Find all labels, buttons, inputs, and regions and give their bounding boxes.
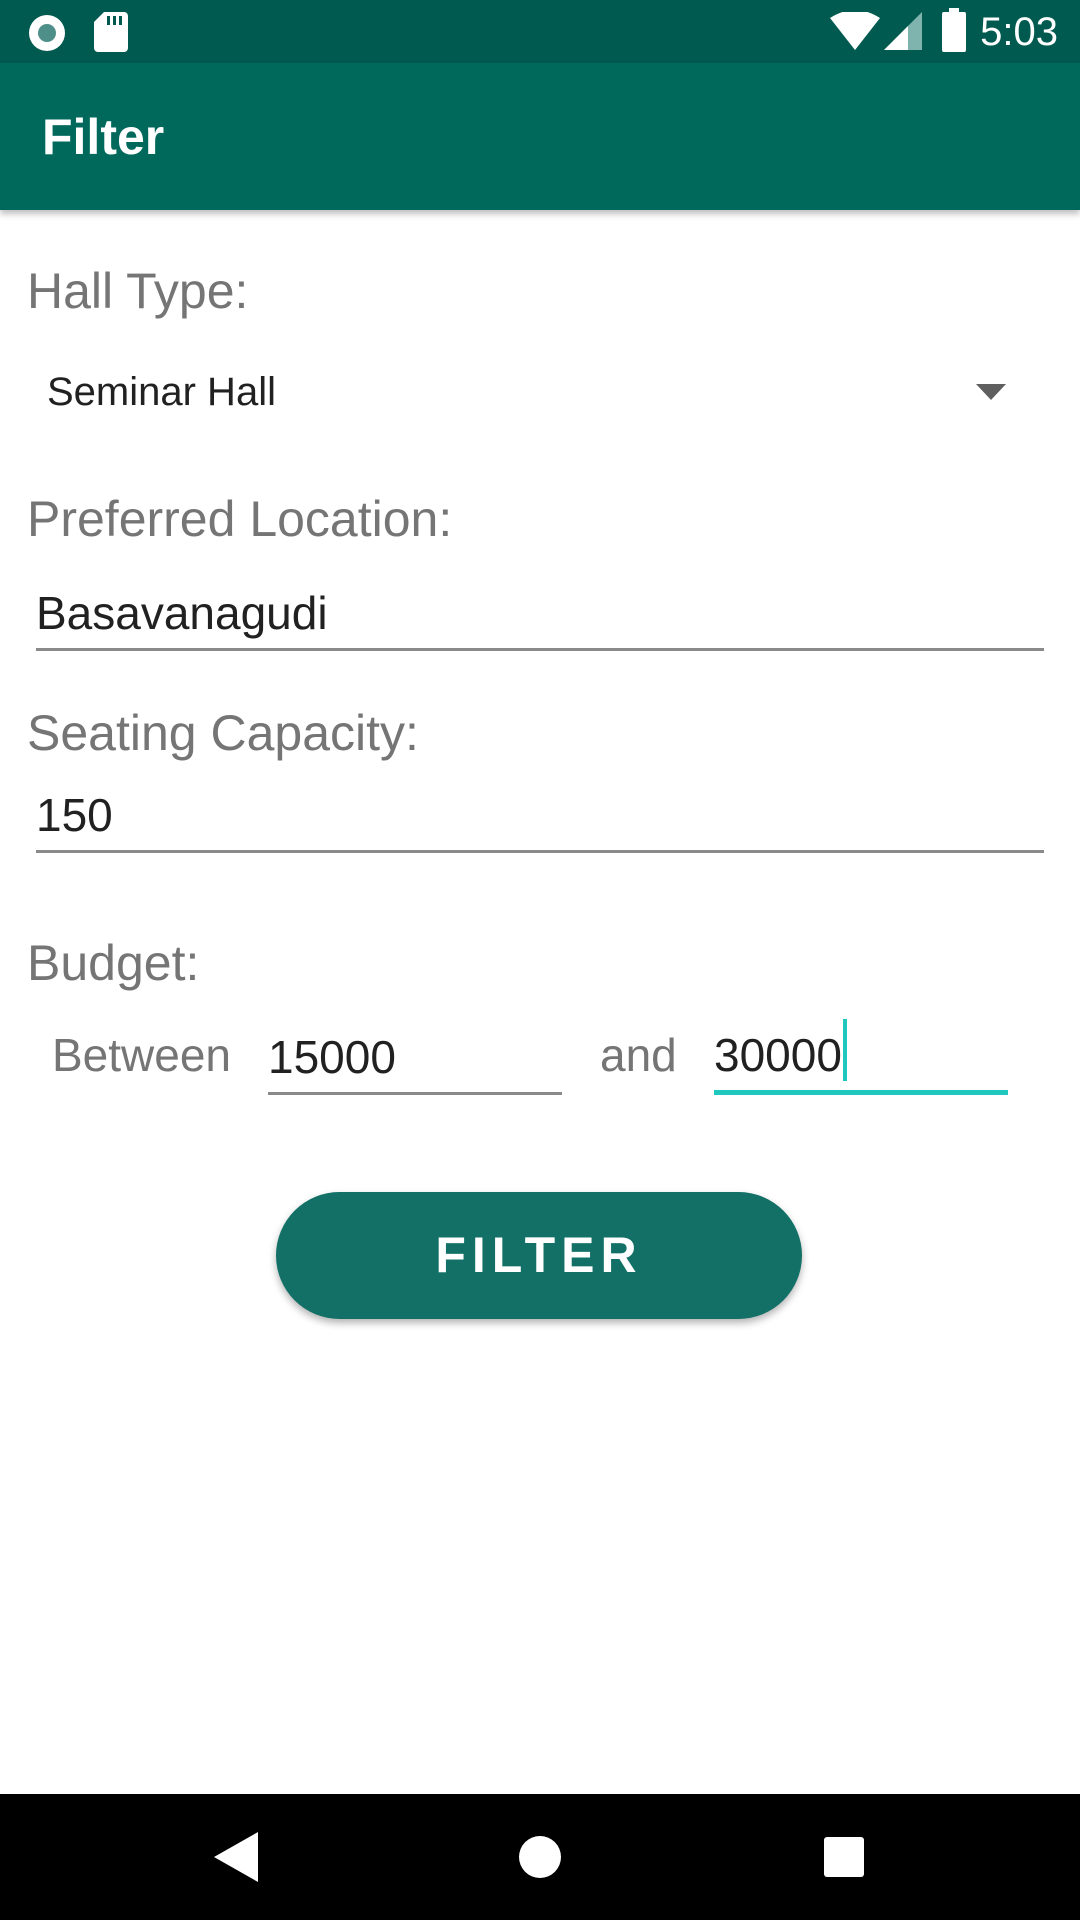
hall-type-label: Hall Type: — [27, 263, 249, 319]
navigation-bar — [0, 1794, 1080, 1920]
budget-max-input[interactable]: 30000 — [714, 1019, 1008, 1095]
location-label: Preferred Location: — [27, 491, 453, 547]
sd-card-icon — [94, 12, 128, 52]
seating-value: 150 — [36, 789, 113, 841]
page-title: Filter — [42, 109, 165, 165]
dropdown-arrow-icon — [976, 384, 1006, 400]
text-cursor — [842, 1019, 847, 1081]
location-value: Basavanagudi — [36, 587, 328, 639]
hall-type-dropdown[interactable]: Seminar Hall — [0, 350, 1080, 434]
recents-icon[interactable] — [824, 1837, 864, 1877]
budget-min-input[interactable]: 15000 — [268, 1022, 562, 1095]
battery-icon — [942, 8, 966, 52]
app-bar: Filter — [0, 63, 1080, 210]
status-time: 5:03 — [980, 10, 1058, 54]
budget-max-value: 30000 — [714, 1019, 847, 1082]
and-label: and — [600, 1029, 677, 1081]
back-icon[interactable] — [214, 1832, 258, 1882]
home-icon[interactable] — [518, 1835, 562, 1879]
between-label: Between — [52, 1029, 232, 1081]
seating-label: Seating Capacity: — [27, 705, 419, 761]
budget-min-value: 15000 — [268, 1031, 396, 1083]
location-input[interactable]: Basavanagudi — [36, 578, 1044, 651]
budget-label: Budget: — [27, 935, 200, 991]
filter-button[interactable]: FILTER — [276, 1192, 802, 1319]
status-bar: 5:03 — [0, 0, 1080, 63]
hall-type-selected: Seminar Hall — [47, 370, 276, 414]
record-icon — [29, 15, 65, 51]
wifi-icon — [830, 12, 880, 50]
budget-max-text: 30000 — [714, 1029, 842, 1081]
seating-input[interactable]: 150 — [36, 780, 1044, 853]
signal-icon — [884, 12, 922, 50]
